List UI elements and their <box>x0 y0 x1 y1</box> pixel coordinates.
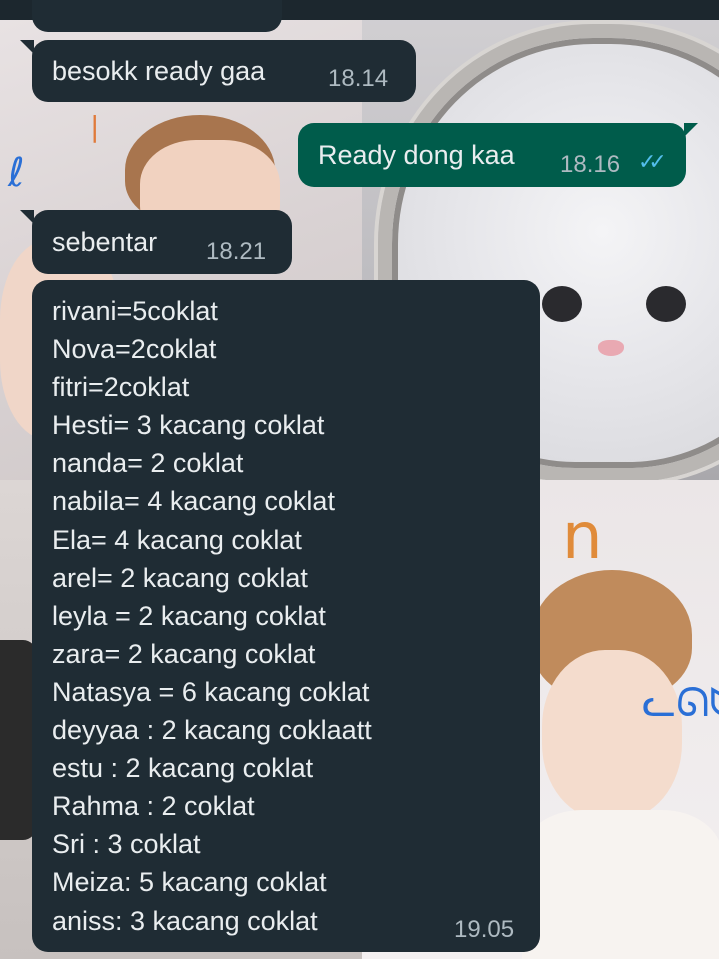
list-item: Ela= 4 kacang coklat <box>52 524 302 555</box>
order-list: rivani=5coklat Nova=2coklat fitri=2cokla… <box>52 292 372 940</box>
message-timestamp: 19.05 <box>454 916 515 943</box>
list-item: leyla = 2 kacang coklat <box>52 600 326 631</box>
list-item: Hesti= 3 kacang coklat <box>52 410 325 441</box>
list-item: fitri=2coklat <box>52 372 190 403</box>
previous-message-bubble <box>32 0 282 32</box>
message-bubble-outgoing[interactable]: Ready dong kaa 18.16 ✓✓ <box>298 123 698 187</box>
list-item: nabila= 4 kacang coklat <box>52 486 335 517</box>
list-item: estu : 2 kacang coklat <box>52 753 314 784</box>
list-item: Nova=2coklat <box>52 334 217 365</box>
list-item: zara= 2 kacang coklat <box>52 638 316 669</box>
message-timestamp: 18.21 <box>206 238 267 265</box>
message-text: sebentar <box>52 227 158 257</box>
message-bubble-incoming[interactable]: sebentar 18.21 <box>20 210 292 274</box>
list-item: arel= 2 kacang coklat <box>52 562 308 593</box>
list-item: deyyaa : 2 kacang coklaatt <box>52 715 372 746</box>
list-item: Meiza: 5 kacang coklat <box>52 867 327 898</box>
message-timestamp: 18.16 <box>560 151 621 178</box>
message-bubble-order-list[interactable]: rivani=5coklat Nova=2coklat fitri=2cokla… <box>32 280 540 952</box>
message-bubble-incoming[interactable]: besokk ready gaa 18.14 <box>20 40 416 102</box>
message-text: Ready dong kaa <box>318 140 515 170</box>
cat-eye-left <box>542 286 582 322</box>
list-item: Rahma : 2 coklat <box>52 791 255 822</box>
message-timestamp: 18.14 <box>328 65 389 92</box>
list-item: nanda= 2 coklat <box>52 448 244 479</box>
cat-nose <box>598 340 624 356</box>
double-check-icon: ✓✓ <box>638 149 667 174</box>
list-item: rivani=5coklat <box>52 296 218 326</box>
list-item: Sri : 3 coklat <box>52 829 201 860</box>
cat-eye-right <box>646 286 686 322</box>
message-text: besokk ready gaa <box>52 56 266 86</box>
list-item: Natasya = 6 kacang coklat <box>52 676 370 707</box>
list-item: aniss: 3 kacang coklat <box>52 905 318 936</box>
